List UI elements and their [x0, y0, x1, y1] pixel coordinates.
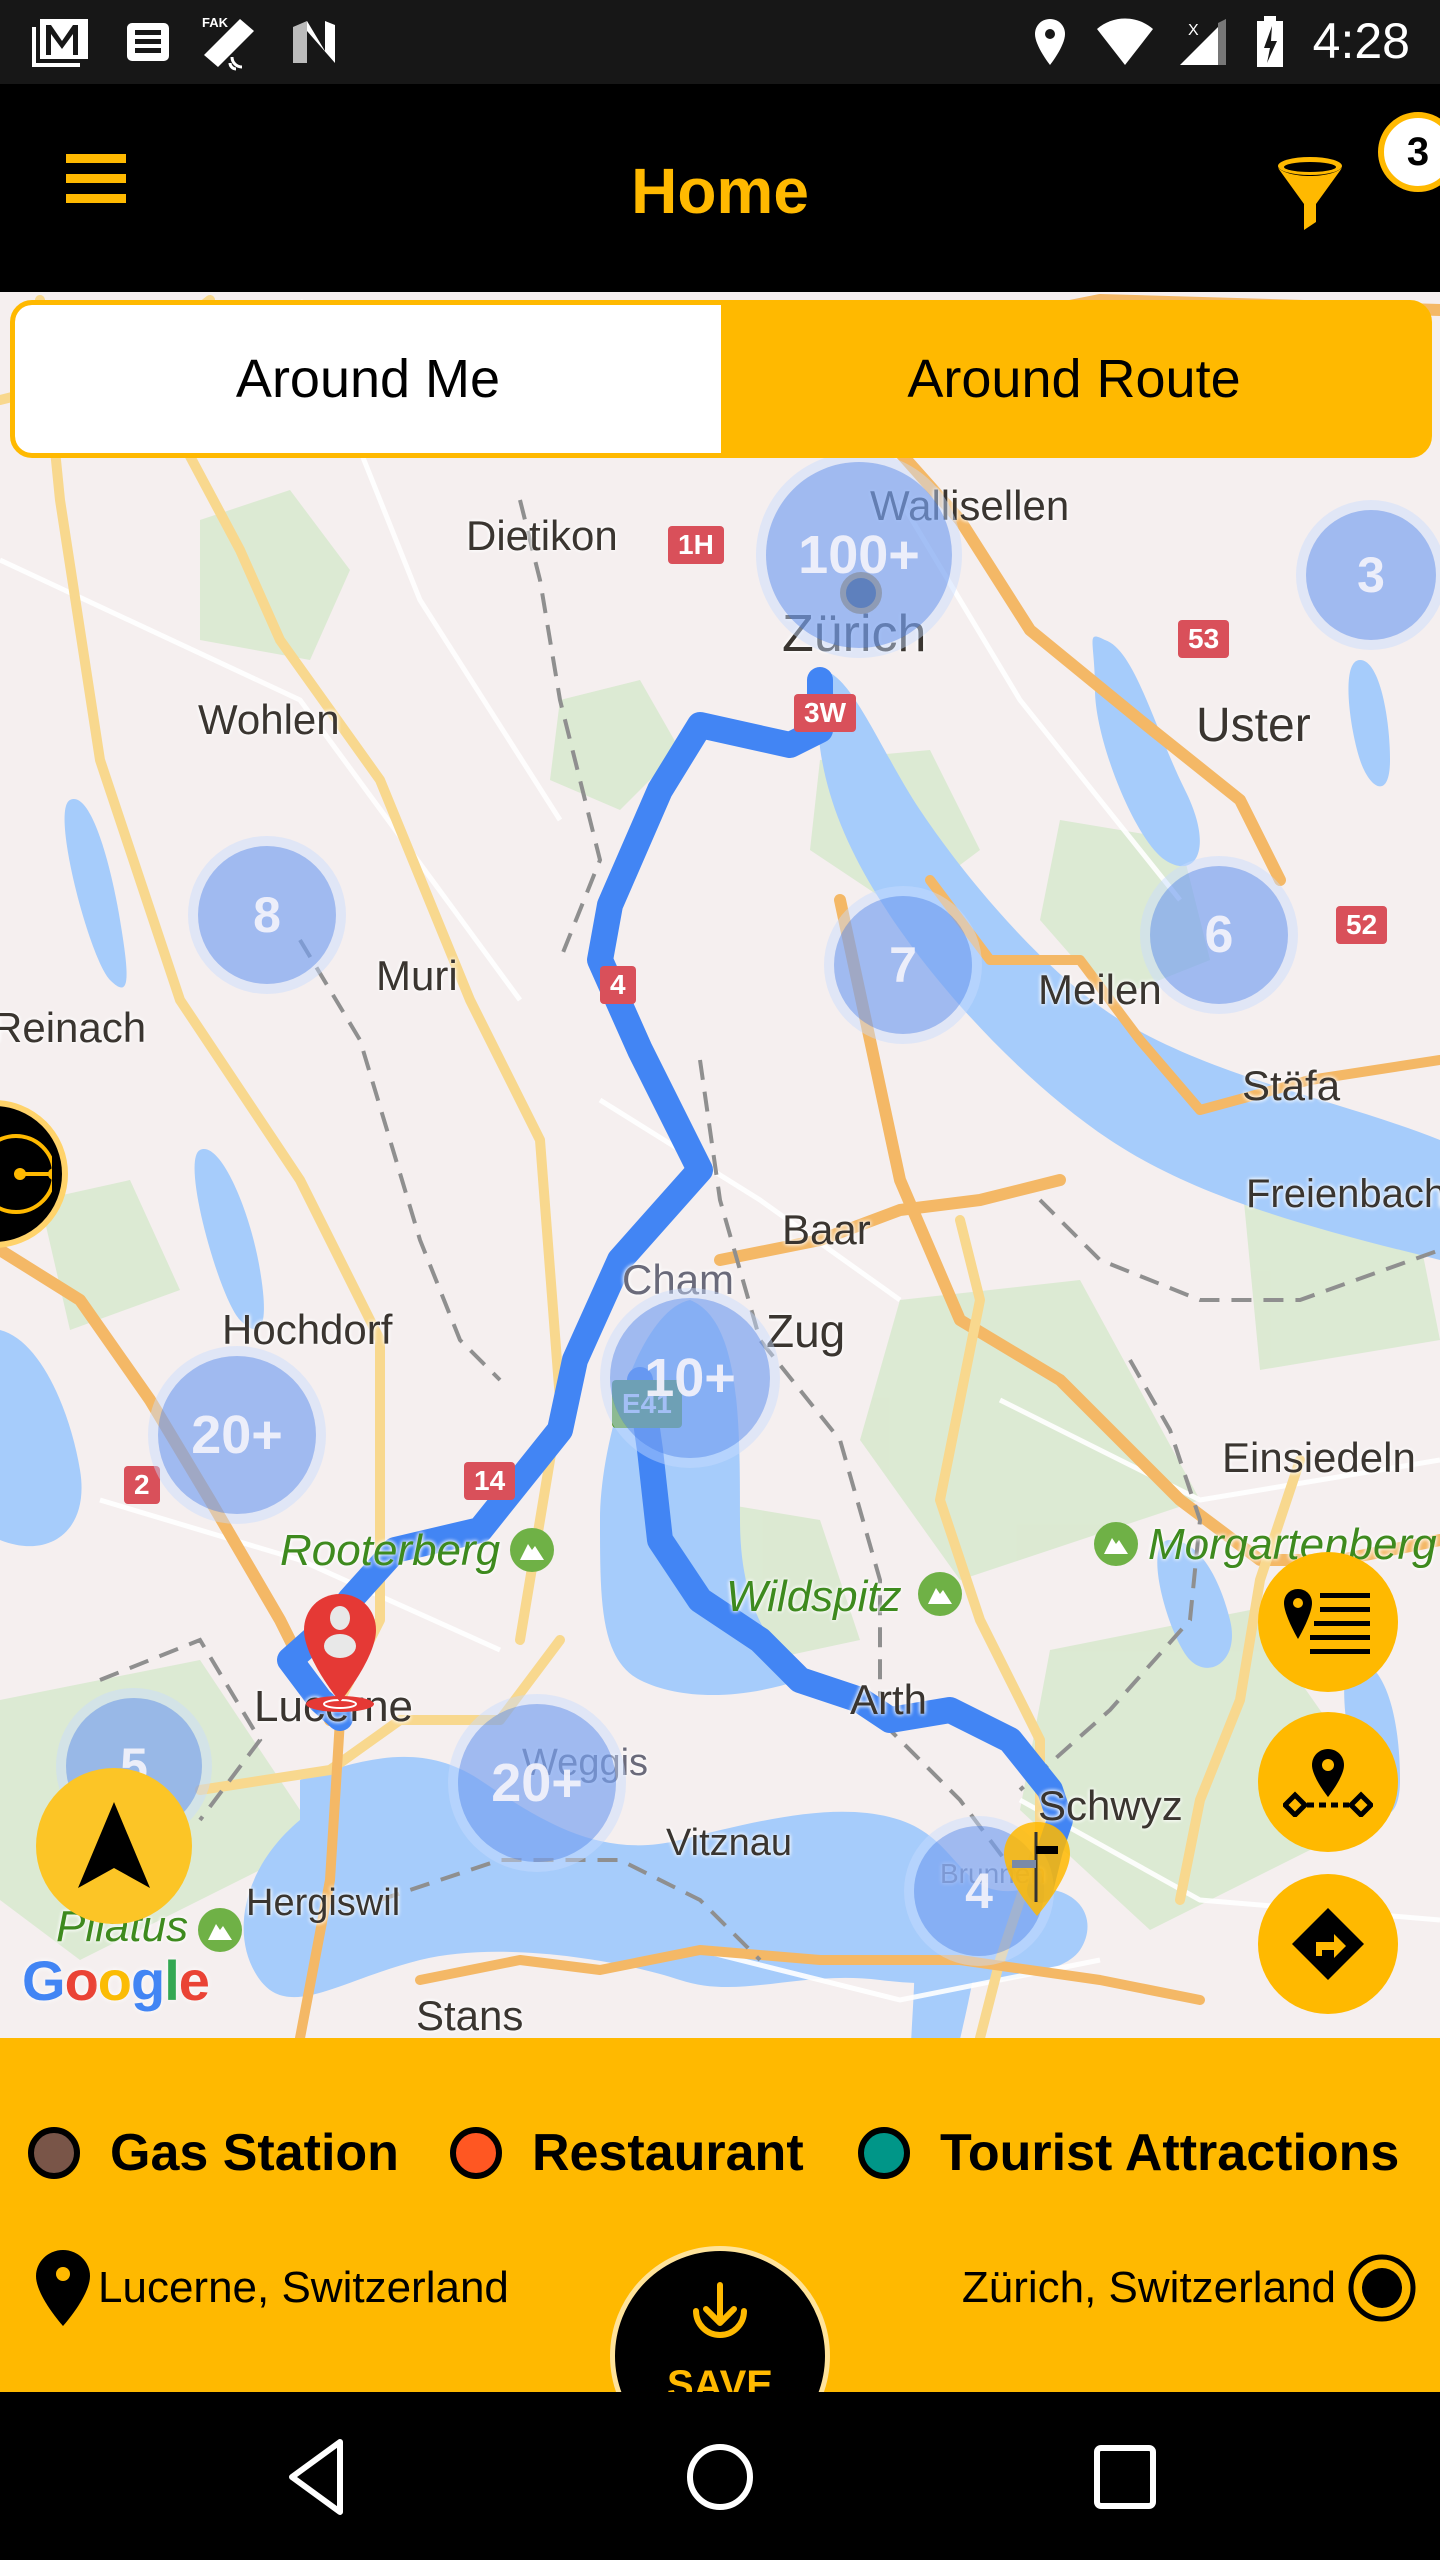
- back-icon: [289, 2439, 343, 2515]
- cell-signal-icon: X: [1178, 14, 1228, 70]
- poi-cluster[interactable]: 8: [198, 846, 336, 984]
- compass-icon: [0, 1134, 52, 1214]
- tourist-attraction-dot-icon: [858, 2127, 910, 2179]
- app-bar: Home 3: [0, 84, 1440, 292]
- directions-icon: [1292, 1908, 1364, 1980]
- road-shield-53: 53: [1178, 620, 1230, 658]
- fake-gps-icon: FAK: [200, 14, 260, 71]
- page-title: Home: [631, 155, 809, 227]
- gas-station-dot-icon: [28, 2127, 80, 2179]
- mountain-icon: [1094, 1522, 1138, 1566]
- place-label: Vitznau: [666, 1822, 793, 1864]
- status-bar: FAK X 4:28: [0, 0, 1440, 84]
- google-attribution: Google: [22, 1949, 210, 2012]
- poi-cluster[interactable]: 100+: [766, 462, 952, 648]
- home-button[interactable]: [670, 2432, 770, 2522]
- place-label: Hochdorf: [222, 1306, 393, 1353]
- funnel-icon: [1278, 157, 1342, 230]
- legend-label: Tourist Attractions: [940, 2124, 1400, 2182]
- legend-item-tourist-attractions[interactable]: Tourist Attractions: [858, 2118, 1399, 2188]
- place-label: Zug: [766, 1305, 846, 1357]
- poi-cluster[interactable]: 6: [1150, 866, 1288, 1004]
- origin-pin-icon: [36, 2250, 90, 2326]
- news-icon: [120, 14, 176, 70]
- tab-around-me[interactable]: Around Me: [15, 305, 721, 453]
- place-label: Meilen: [1038, 966, 1162, 1013]
- legend-item-gas-station[interactable]: Gas Station: [28, 2118, 399, 2188]
- road-shield-1h: 1H: [668, 526, 724, 564]
- place-label: Reinach: [0, 1004, 147, 1051]
- svg-text:X: X: [1188, 22, 1199, 39]
- place-label: Stans: [416, 1992, 524, 2038]
- current-location-dot: [840, 572, 882, 614]
- recents-button[interactable]: [1075, 2432, 1175, 2522]
- restaurant-dot-icon: [450, 2127, 502, 2179]
- poi-cluster[interactable]: 20+: [458, 1704, 616, 1862]
- mountain-icon: [198, 1908, 242, 1952]
- battery-charging-icon: [1252, 14, 1288, 70]
- wifi-icon: [1094, 14, 1156, 70]
- place-label: Muri: [376, 952, 458, 999]
- n-app-icon: [286, 14, 342, 70]
- add-waypoint-icon: [1283, 1749, 1373, 1817]
- tab-around-route[interactable]: Around Route: [721, 305, 1427, 453]
- legend-item-restaurant[interactable]: Restaurant: [450, 2118, 804, 2188]
- place-label: Wohlen: [198, 696, 340, 743]
- place-label: Stäfa: [1242, 1062, 1341, 1109]
- place-label: Uster: [1196, 699, 1311, 752]
- road-shield-4: 4: [600, 966, 636, 1004]
- download-icon: [693, 2282, 747, 2338]
- origin-marker-icon: [304, 1594, 376, 1712]
- place-label: Freienbach: [1246, 1172, 1440, 1216]
- legend-label: Gas Station: [110, 2124, 399, 2182]
- my-location-button[interactable]: [36, 1768, 192, 1924]
- home-icon: [687, 2444, 753, 2510]
- road-shield-3w: 3W: [794, 694, 856, 732]
- road-shield-52: 52: [1336, 906, 1388, 944]
- poi-legend: Gas Station Restaurant Tourist Attractio…: [0, 2118, 1440, 2188]
- place-label: Hergiswil: [246, 1882, 401, 1924]
- filter-button[interactable]: 3: [1260, 94, 1440, 234]
- poi-list-button[interactable]: [1258, 1552, 1398, 1692]
- peak-label: Rooterberg: [280, 1526, 501, 1575]
- destination-marker-icon: [1004, 1822, 1070, 1916]
- directions-button[interactable]: [1258, 1874, 1398, 2014]
- map-view[interactable]: 1H 53 3W 4 52 2 14 E41 Dietikon Wallisel…: [0, 292, 1440, 2038]
- poi-cluster[interactable]: 20+: [158, 1356, 316, 1514]
- add-waypoint-button[interactable]: [1258, 1712, 1398, 1852]
- place-label: Cham: [622, 1256, 735, 1303]
- place-label: Einsiedeln: [1222, 1434, 1416, 1481]
- route-destination[interactable]: Zürich, Switzerland: [962, 2238, 1418, 2338]
- legend-label: Restaurant: [532, 2124, 804, 2182]
- navigation-arrow-icon: [78, 1802, 150, 1888]
- svg-text:FAK: FAK: [202, 15, 229, 30]
- status-time: 4:28: [1312, 13, 1410, 69]
- back-button[interactable]: [270, 2432, 370, 2522]
- poi-list-icon: [1284, 1589, 1370, 1654]
- destination-label: Zürich, Switzerland: [961, 2263, 1336, 2312]
- origin-label: Lucerne, Switzerland: [98, 2263, 509, 2312]
- place-label: Arth: [850, 1676, 928, 1723]
- mountain-icon: [918, 1572, 962, 1616]
- recents-icon: [1094, 2445, 1156, 2509]
- route-origin[interactable]: Lucerne, Switzerland: [34, 2238, 509, 2338]
- mountain-icon: [510, 1528, 554, 1572]
- place-label: Dietikon: [466, 512, 618, 559]
- road-shield-2: 2: [124, 1466, 160, 1504]
- system-nav-bar: [0, 2392, 1440, 2560]
- road-shield-14: 14: [464, 1462, 516, 1500]
- place-label: Baar: [782, 1206, 871, 1253]
- peak-label: Wildspitz: [726, 1572, 902, 1621]
- gmail-icon: [30, 14, 94, 70]
- destination-target-icon: [1348, 2254, 1416, 2322]
- poi-cluster[interactable]: 7: [834, 896, 972, 1034]
- location-icon: [1030, 14, 1070, 70]
- poi-cluster[interactable]: 10+: [610, 1298, 770, 1458]
- poi-cluster[interactable]: 3: [1306, 510, 1436, 640]
- location-mode-toggle: Around Me Around Route: [10, 300, 1432, 458]
- filter-count-badge: 3: [1378, 112, 1440, 192]
